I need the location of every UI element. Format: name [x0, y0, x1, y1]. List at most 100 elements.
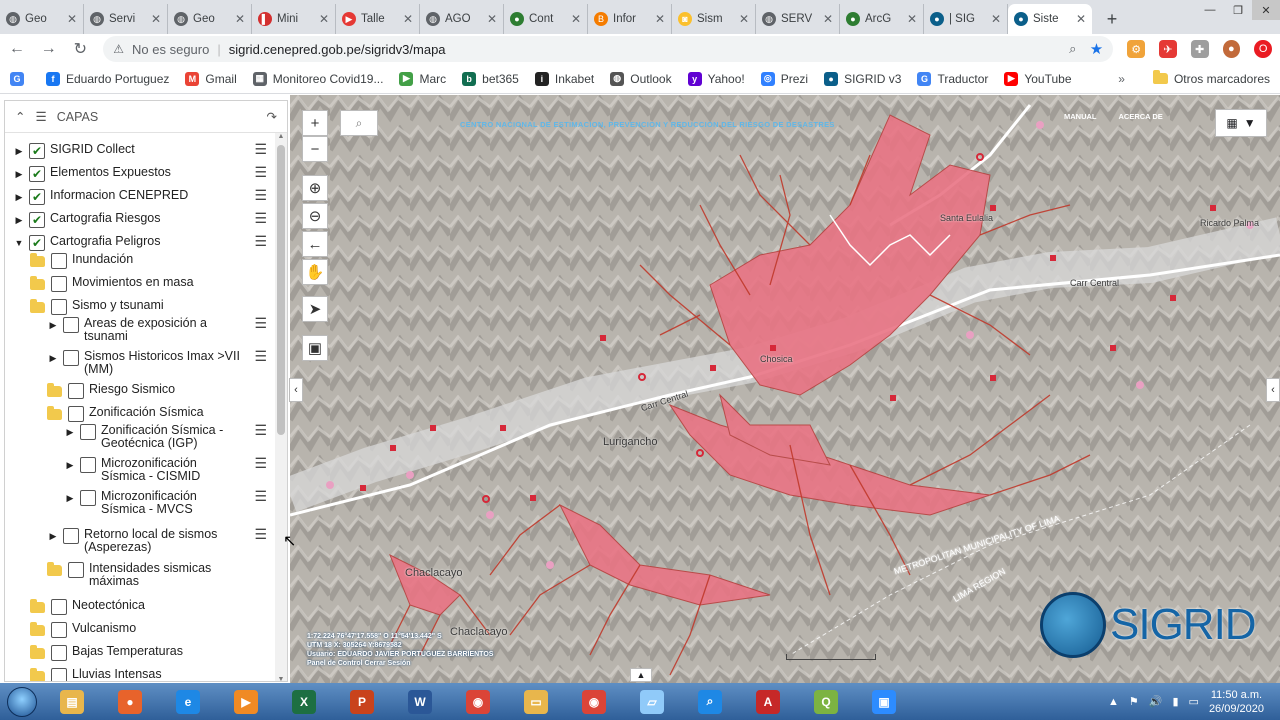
layer-menu-icon[interactable]: ☰	[254, 316, 267, 330]
layer-checkbox[interactable]	[63, 317, 79, 333]
minimize-icon[interactable]: —	[1196, 0, 1224, 20]
close-tab-icon[interactable]: ✕	[991, 12, 1001, 26]
share-icon[interactable]: ↷	[267, 109, 277, 124]
layer-checkbox[interactable]	[51, 253, 67, 269]
layer-row[interactable]: ▶ Sismos Historicos Imax >VII (MM) ☰	[5, 349, 273, 376]
layer-checkbox[interactable]	[63, 350, 79, 366]
layer-menu-icon[interactable]: ☰	[254, 489, 267, 503]
maximize-icon[interactable]: ❐	[1224, 0, 1252, 20]
url-text[interactable]: sigrid.cenepred.gob.pe/sigridv3/mapa	[229, 42, 1056, 57]
taskbar-zoom-button[interactable]: ▣	[856, 684, 912, 719]
layer-row[interactable]: Movimientos en masa	[5, 276, 273, 292]
caret-right-icon[interactable]: ▶	[64, 426, 76, 439]
security-status[interactable]: No es seguro	[132, 42, 209, 57]
taskbar-explorer-button[interactable]: ▤	[44, 684, 100, 719]
layer-checkbox[interactable]	[51, 276, 67, 292]
layer-row[interactable]: ▶ ✔ Elementos Expuestos ☰	[5, 165, 273, 182]
network-icon[interactable]: ▮	[1172, 695, 1178, 708]
browser-tab[interactable]: ◙ Sism ✕	[672, 4, 756, 34]
caret-right-icon[interactable]: ▶	[13, 191, 25, 204]
zoom-out-button[interactable]: −	[302, 136, 328, 162]
layer-row[interactable]: ▶ Zonificación Sísmica - Geotécnica (IGP)…	[5, 423, 273, 450]
layer-checkbox[interactable]: ✔	[29, 166, 45, 182]
close-tab-icon[interactable]: ✕	[403, 12, 413, 26]
scroll-thumb[interactable]	[277, 145, 285, 435]
identify-button[interactable]: ➤	[302, 296, 328, 322]
layer-checkbox[interactable]	[51, 668, 67, 681]
caret-right-icon[interactable]: ▶	[47, 319, 59, 332]
more-bookmarks-button[interactable]: »	[1118, 72, 1125, 86]
close-tab-icon[interactable]: ✕	[739, 12, 749, 26]
scroll-down-icon[interactable]: ▼	[275, 676, 287, 681]
taskbar-notepad-button[interactable]: ▱	[624, 684, 680, 719]
layer-row[interactable]: Vulcanismo	[5, 622, 273, 638]
bookmark-item[interactable]: i Inkabet	[534, 71, 594, 86]
bookmark-item[interactable]: ● SIGRID v3	[824, 71, 901, 86]
clock[interactable]: 11:50 a.m. 26/09/2020	[1209, 688, 1264, 716]
expand-bottom-button[interactable]: ▲	[630, 668, 652, 682]
layer-menu-icon[interactable]: ☰	[254, 211, 267, 225]
close-tab-icon[interactable]: ✕	[1076, 12, 1086, 26]
forward-icon[interactable]: →	[40, 40, 58, 58]
layer-checkbox[interactable]	[80, 424, 96, 440]
extension-icon[interactable]: ✈	[1159, 40, 1177, 58]
collapse-icon[interactable]: ⌃	[15, 109, 25, 124]
browser-tab[interactable]: ◍ Geo ✕	[168, 4, 252, 34]
layer-row[interactable]: ▶ Microzonificación Sísmica - MVCS ☰	[5, 489, 273, 516]
browser-tab[interactable]: ◍ AGO ✕	[420, 4, 504, 34]
layer-menu-icon[interactable]: ☰	[254, 234, 267, 248]
close-tab-icon[interactable]: ✕	[319, 12, 329, 26]
extension-icon[interactable]: ⚙	[1127, 40, 1145, 58]
back-icon[interactable]: ←	[8, 40, 26, 58]
layer-row[interactable]: Zonificación Sísmica	[5, 406, 273, 422]
layer-row[interactable]: ▶ ✔ Cartografia Riesgos ☰	[5, 211, 273, 228]
taskbar-search-button[interactable]: ⌕	[682, 684, 738, 719]
puzzle-icon[interactable]: ✚	[1190, 40, 1209, 58]
bookmark-item[interactable]: G Traductor	[917, 71, 988, 86]
layer-checkbox[interactable]	[80, 457, 96, 473]
browser-tab[interactable]: ◍ Servi ✕	[84, 4, 168, 34]
close-tab-icon[interactable]: ✕	[151, 12, 161, 26]
map-search-button[interactable]: ⌕	[340, 110, 378, 136]
bookmark-item[interactable]: y Yahoo!	[687, 71, 745, 86]
layer-row[interactable]: Inundación	[5, 253, 273, 269]
layer-menu-icon[interactable]: ☰	[254, 142, 267, 156]
layer-checkbox[interactable]	[51, 645, 67, 661]
taskbar-firefox-button[interactable]: ●	[102, 684, 158, 719]
bookmark-item[interactable]: b bet365	[462, 71, 519, 86]
layer-checkbox[interactable]: ✔	[29, 189, 45, 205]
display-icon[interactable]: ▭	[1189, 695, 1199, 708]
volume-icon[interactable]: 🔊	[1149, 695, 1163, 708]
layer-checkbox[interactable]	[68, 406, 84, 422]
bookmark-item[interactable]: ▦ Monitoreo Covid19...	[252, 71, 383, 86]
caret-right-icon[interactable]: ▶	[64, 492, 76, 505]
taskbar-folder-button[interactable]: ▭	[508, 684, 564, 719]
scrollbar[interactable]: ▲ ▼	[275, 133, 287, 681]
taskbar-powerpoint-button[interactable]: P	[334, 684, 390, 719]
avatar[interactable]: ●	[1222, 40, 1241, 58]
close-tab-icon[interactable]: ✕	[823, 12, 833, 26]
caret-right-icon[interactable]: ▶	[13, 214, 25, 227]
close-tab-icon[interactable]: ✕	[907, 12, 917, 26]
layer-row[interactable]: Intensidades sismicas máximas	[5, 562, 273, 588]
taskbar-qgis-button[interactable]: Q	[798, 684, 854, 719]
layer-menu-icon[interactable]: ☰	[254, 456, 267, 470]
browser-tab[interactable]: ▶ Talle ✕	[336, 4, 420, 34]
bookmark-item[interactable]: ◍ Outlook	[610, 71, 672, 86]
bookmark-item[interactable]: ◎ Prezi	[760, 71, 808, 86]
manual-link[interactable]: MANUAL	[1064, 112, 1097, 121]
bookmark-item[interactable]: f Eduardo Portuguez	[46, 71, 169, 86]
layer-menu-icon[interactable]: ☰	[254, 165, 267, 179]
browser-tab[interactable]: ▌ Mini ✕	[252, 4, 336, 34]
taskbar-word-button[interactable]: W	[392, 684, 448, 719]
other-bookmarks[interactable]: Otros marcadores	[1152, 70, 1270, 86]
taskbar-excel-button[interactable]: X	[276, 684, 332, 719]
layer-checkbox[interactable]: ✔	[29, 235, 45, 251]
browser-tab[interactable]: ◍ SERV ✕	[756, 4, 840, 34]
layer-row[interactable]: ▶ ✔ Informacion CENEPRED ☰	[5, 188, 273, 205]
browser-tab[interactable]: ● Cont ✕	[504, 4, 588, 34]
zoom-icon[interactable]: ⌕	[1064, 41, 1082, 57]
opera-icon[interactable]: O	[1254, 40, 1272, 58]
layer-row[interactable]: Riesgo Sismico	[5, 383, 273, 399]
bookmark-item[interactable]: ▶ YouTube	[1004, 71, 1072, 86]
